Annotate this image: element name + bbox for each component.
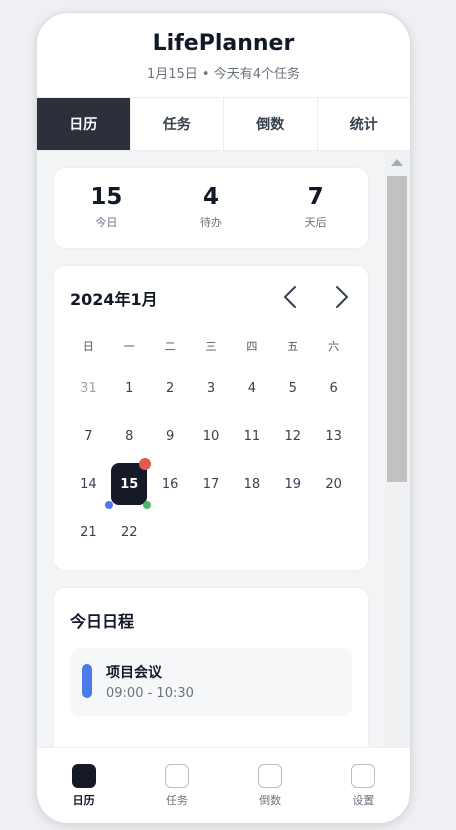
weekday-label: 日 xyxy=(82,340,94,353)
calendar-day[interactable]: 9 xyxy=(150,416,191,456)
bottom-nav-countdown[interactable]: 倒数 xyxy=(224,748,317,823)
weekday-header: 日 一 二 三 四 五 六 xyxy=(68,338,354,354)
calendar-day-empty xyxy=(191,512,232,552)
weekday-label: 六 xyxy=(328,340,340,353)
calendar-day[interactable]: 13 xyxy=(313,416,354,456)
app-header: LifePlanner 1月15日 • 今天有4个任务 xyxy=(37,13,410,98)
calendar-day-empty xyxy=(313,512,354,552)
event-marker-blue xyxy=(105,501,114,509)
weekday-label: 四 xyxy=(246,340,258,353)
calendar-day-selected[interactable]: 15 xyxy=(105,458,152,509)
chevron-left-icon xyxy=(284,286,296,308)
stat-days-later: 7 天后 xyxy=(263,168,368,248)
calendar-day[interactable]: 31 xyxy=(68,368,109,408)
calendar-day[interactable]: 2 xyxy=(150,368,191,408)
event-color-bar xyxy=(82,664,92,698)
calendar-day[interactable]: 6 xyxy=(313,368,354,408)
bottom-nav-label: 设置 xyxy=(352,794,375,807)
tab-statistics[interactable]: 统计 xyxy=(318,98,411,150)
calendar-day-empty xyxy=(272,512,313,552)
top-tabs: 日历 任务 倒数 统计 xyxy=(37,98,410,151)
calendar-day[interactable]: 21 xyxy=(68,512,109,552)
schedule-event[interactable]: 项目会议 09:00 - 10:30 xyxy=(70,648,352,716)
calendar-day[interactable]: 1 xyxy=(109,368,150,408)
calendar-day[interactable]: 4 xyxy=(231,368,272,408)
calendar-day[interactable]: 14 xyxy=(68,464,109,504)
stat-pending: 4 待办 xyxy=(159,168,264,248)
stat-label: 天后 xyxy=(304,216,327,229)
scroll-up-arrow-icon[interactable] xyxy=(391,159,403,166)
countdown-icon xyxy=(258,764,283,788)
weekday-label: 五 xyxy=(287,340,299,353)
today-schedule-card: 今日日程 项目会议 09:00 - 10:30 xyxy=(53,587,369,747)
calendar-day[interactable]: 5 xyxy=(272,368,313,408)
bottom-nav-label: 任务 xyxy=(165,794,188,807)
stat-label: 待办 xyxy=(200,216,222,229)
calendar-day[interactable]: 22 xyxy=(109,512,150,552)
calendar-day[interactable]: 17 xyxy=(191,464,232,504)
weekday-label: 三 xyxy=(205,340,217,353)
bottom-nav-calendar[interactable]: 日历 xyxy=(37,748,130,823)
calendar-day[interactable]: 16 xyxy=(150,464,191,504)
calendar-day[interactable]: 3 xyxy=(191,368,232,408)
bottom-navigation: 日历 任务 倒数 设置 xyxy=(37,747,410,823)
tasks-icon xyxy=(164,764,189,788)
tab-tasks[interactable]: 任务 xyxy=(131,98,224,150)
calendar-day-empty xyxy=(150,512,191,552)
calendar-week: 7 8 9 10 11 12 13 xyxy=(68,416,354,456)
bottom-nav-settings[interactable]: 设置 xyxy=(317,748,410,823)
prev-month-button[interactable] xyxy=(278,284,304,310)
app-window: LifePlanner 1月15日 • 今天有4个任务 日历 任务 倒数 统计 … xyxy=(36,12,411,824)
calendar-week: 14 15 16 17 18 19 20 xyxy=(68,458,354,509)
scrollbar-thumb[interactable] xyxy=(387,176,407,482)
calendar-week: 21 22 xyxy=(68,512,354,552)
calendar-day[interactable]: 11 xyxy=(231,416,272,456)
selected-day-cell: 15 xyxy=(105,458,152,509)
scroll-content[interactable]: 15 今日 4 待办 7 天后 2024年1月 日 一 二 三 四 五 六 31… xyxy=(37,151,385,747)
tab-countdown[interactable]: 倒数 xyxy=(224,98,318,150)
stat-label: 今日 xyxy=(95,216,118,229)
selected-day-number: 15 xyxy=(120,476,139,492)
tab-calendar[interactable]: 日历 xyxy=(37,98,131,150)
vertical-scrollbar[interactable] xyxy=(385,151,410,747)
event-name: 项目会议 xyxy=(106,665,162,681)
calendar-day[interactable]: 8 xyxy=(109,416,150,456)
stat-value: 4 xyxy=(203,184,220,210)
stats-card: 15 今日 4 待办 7 天后 xyxy=(53,167,369,249)
stat-today: 15 今日 xyxy=(54,168,159,248)
event-time: 09:00 - 10:30 xyxy=(106,686,194,701)
header-subtitle: 1月15日 • 今天有4个任务 xyxy=(146,67,301,82)
stat-value: 15 xyxy=(90,184,123,210)
calendar-month-title: 2024年1月 xyxy=(70,290,158,309)
schedule-title: 今日日程 xyxy=(70,612,135,631)
app-title: LifePlanner xyxy=(152,31,295,56)
weekday-label: 一 xyxy=(123,340,135,353)
calendar-day[interactable]: 20 xyxy=(313,464,354,504)
calendar-day-empty xyxy=(231,512,272,552)
bottom-nav-label: 倒数 xyxy=(259,794,282,807)
bottom-nav-label: 日历 xyxy=(72,794,95,807)
calendar-card: 2024年1月 日 一 二 三 四 五 六 31 1 2 3 4 5 6 7 8… xyxy=(53,265,369,571)
next-month-button[interactable] xyxy=(328,284,354,310)
calendar-day[interactable]: 10 xyxy=(191,416,232,456)
calendar-icon xyxy=(71,764,96,788)
stat-value: 7 xyxy=(307,184,324,210)
calendar-week: 31 1 2 3 4 5 6 xyxy=(68,368,354,408)
bottom-nav-tasks[interactable]: 任务 xyxy=(130,748,223,823)
weekday-label: 二 xyxy=(164,340,176,353)
chevron-right-icon xyxy=(336,286,348,308)
calendar-day[interactable]: 12 xyxy=(272,416,313,456)
calendar-day[interactable]: 18 xyxy=(231,464,272,504)
calendar-day[interactable]: 7 xyxy=(68,416,109,456)
calendar-day[interactable]: 19 xyxy=(272,464,313,504)
settings-icon xyxy=(351,764,376,788)
